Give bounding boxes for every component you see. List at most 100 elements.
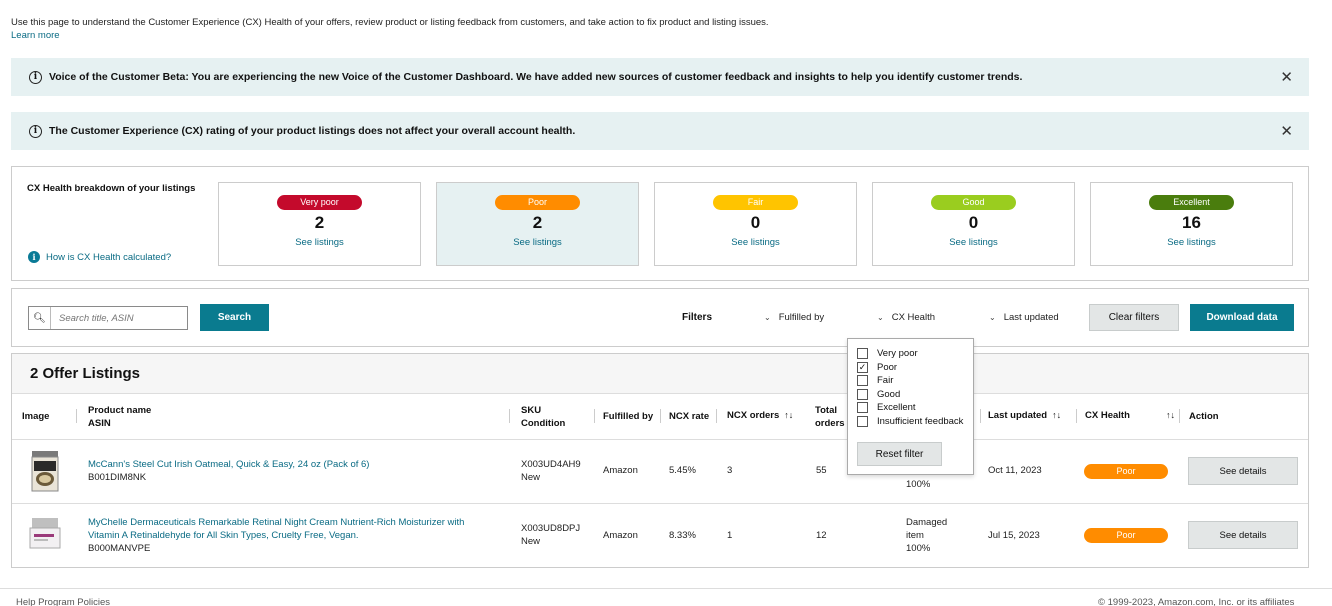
col-sku: SKU xyxy=(521,405,542,416)
chevron-down-icon: ⌄ xyxy=(989,313,996,322)
fair-count: 0 xyxy=(750,213,761,232)
fulfilled-by-label: Fulfilled by xyxy=(778,312,825,323)
checkbox[interactable] xyxy=(857,415,868,427)
last-updated-value: Jul 15, 2023 xyxy=(988,530,1040,541)
reset-filter-button[interactable]: Reset filter xyxy=(857,442,942,466)
search-button[interactable]: Search xyxy=(200,304,269,331)
product-image[interactable] xyxy=(30,449,60,493)
see-listings-link[interactable]: See listings xyxy=(655,237,856,248)
search-box: 🔍︎ xyxy=(28,306,188,330)
option-label: Fair xyxy=(877,375,894,387)
fulfilled-by-dropdown[interactable]: ⌄ Fulfilled by xyxy=(764,312,824,323)
column-divider xyxy=(509,409,510,423)
see-listings-link[interactable]: See listings xyxy=(873,237,1074,248)
filter-option-excellent[interactable]: Excellent xyxy=(848,401,973,415)
option-label: Very poor xyxy=(877,348,918,360)
close-icon[interactable]: ✕ xyxy=(1280,68,1293,86)
chevron-down-icon: ⌄ xyxy=(877,313,884,322)
product-name-link[interactable]: MyChelle Dermaceuticals Remarkable Retin… xyxy=(88,516,464,529)
last-updated-col-label: Last updated xyxy=(988,410,1048,421)
download-data-button[interactable]: Download data xyxy=(1190,304,1294,331)
ncx-orders-label: NCX orders xyxy=(727,410,780,421)
cx-rating-banner: i The Customer Experience (CX) rating of… xyxy=(11,112,1309,150)
card-poor[interactable]: Poor 2 See listings xyxy=(436,182,639,266)
col-last-updated[interactable]: Last updated ↑↓ xyxy=(988,410,1061,421)
learn-more-link[interactable]: Learn more xyxy=(11,30,60,41)
beta-banner-text: Voice of the Customer Beta: You are expe… xyxy=(49,71,1023,83)
col-ncx-orders[interactable]: NCX orders ↑↓ xyxy=(727,410,793,421)
col-product-name: Product name xyxy=(88,405,152,416)
clear-filters-button[interactable]: Clear filters xyxy=(1089,304,1179,331)
good-count: 0 xyxy=(968,213,979,232)
filter-option-insufficient[interactable]: Insufficient feedback xyxy=(848,415,973,429)
card-excellent[interactable]: Excellent 16 See listings xyxy=(1090,182,1293,266)
asin-value: B000MANVPE xyxy=(88,543,151,554)
see-listings-link[interactable]: See listings xyxy=(437,237,638,248)
condition-value: New xyxy=(521,472,541,483)
search-icon: 🔍︎ xyxy=(29,307,51,329)
column-divider xyxy=(716,409,717,423)
intro-text: Use this page to understand the Customer… xyxy=(11,17,769,28)
filter-option-fair[interactable]: Fair xyxy=(848,374,973,388)
filter-option-good[interactable]: Good xyxy=(848,388,973,402)
excellent-pill: Excellent xyxy=(1149,195,1234,210)
see-details-button[interactable]: See details xyxy=(1188,457,1298,485)
copyright: © 1999-2023, Amazon.com, Inc. or its aff… xyxy=(1098,597,1295,606)
card-fair[interactable]: Fair 0 See listings xyxy=(654,182,857,266)
footer-divider xyxy=(0,588,1332,589)
filter-option-very-poor[interactable]: Very poor xyxy=(848,347,973,361)
return-reason-value: Damaged xyxy=(906,517,948,528)
help-link-label: How is CX Health calculated? xyxy=(46,251,172,263)
cx-health-help-link[interactable]: i How is CX Health calculated? xyxy=(28,251,171,263)
card-good[interactable]: Good 0 See listings xyxy=(872,182,1075,266)
return-pct-value: 100% xyxy=(906,479,931,490)
cx-health-badge: Poor xyxy=(1084,464,1168,479)
see-listings-link[interactable]: See listings xyxy=(1091,237,1292,248)
col-condition: Condition xyxy=(521,418,566,429)
checkbox[interactable] xyxy=(857,348,868,360)
sort-icon[interactable]: ↑↓ xyxy=(784,410,793,420)
search-input[interactable] xyxy=(51,312,181,324)
col-cx-health: CX Health xyxy=(1085,410,1130,421)
checkbox[interactable] xyxy=(857,388,868,400)
sort-icon[interactable]: ↑↓ xyxy=(1052,410,1061,420)
cx-rating-banner-text: The Customer Experience (CX) rating of y… xyxy=(49,125,576,137)
option-label: Insufficient feedback xyxy=(877,415,964,427)
ncx-rate-value: 5.45% xyxy=(669,465,696,476)
filter-option-poor[interactable]: ✓ Poor xyxy=(848,361,973,375)
last-updated-value: Oct 11, 2023 xyxy=(988,465,1042,476)
footer-links[interactable]: Help Program Policies xyxy=(16,597,110,606)
last-updated-dropdown[interactable]: ⌄ Last updated xyxy=(989,312,1059,323)
checkbox-checked[interactable]: ✓ xyxy=(857,361,868,373)
total-orders-value: 55 xyxy=(816,465,827,476)
see-listings-link[interactable]: See listings xyxy=(219,237,420,248)
card-very-poor[interactable]: Very poor 2 See listings xyxy=(218,182,421,266)
ncx-rate-value: 8.33% xyxy=(669,530,696,541)
cx-health-dropdown[interactable]: ⌄ CX Health xyxy=(877,312,935,323)
row-divider xyxy=(12,503,1308,504)
checkbox[interactable] xyxy=(857,402,868,414)
product-name-link[interactable]: McCann's Steel Cut Irish Oatmeal, Quick … xyxy=(88,458,369,471)
good-pill: Good xyxy=(931,195,1016,210)
sku-value: X003UD4AH9 xyxy=(521,459,581,470)
very-poor-pill: Very poor xyxy=(277,195,362,210)
total-orders-value: 12 xyxy=(816,530,827,541)
column-divider xyxy=(1179,409,1180,423)
cx-health-sort-icon[interactable]: ↑↓ xyxy=(1161,410,1175,421)
product-name-link-line2[interactable]: Vitamin A Retinaldehyde for All Skin Typ… xyxy=(88,529,359,542)
close-icon[interactable]: ✕ xyxy=(1280,122,1293,140)
info-icon: i xyxy=(28,251,40,263)
option-label: Poor xyxy=(877,361,898,373)
fair-pill: Fair xyxy=(713,195,798,210)
see-details-button[interactable]: See details xyxy=(1188,521,1298,549)
column-divider xyxy=(1076,409,1077,423)
col-total-orders-2: orders xyxy=(815,418,845,429)
product-image[interactable] xyxy=(28,516,61,560)
col-image: Image xyxy=(22,411,50,422)
col-action: Action xyxy=(1189,411,1219,422)
row-divider xyxy=(12,439,1308,440)
cx-health-filter-popup: Very poor ✓ Poor Fair Good Excellent Insu… xyxy=(847,338,974,475)
col-ncx-rate: NCX rate xyxy=(669,411,710,422)
checkbox[interactable] xyxy=(857,375,868,387)
column-divider xyxy=(660,409,661,423)
